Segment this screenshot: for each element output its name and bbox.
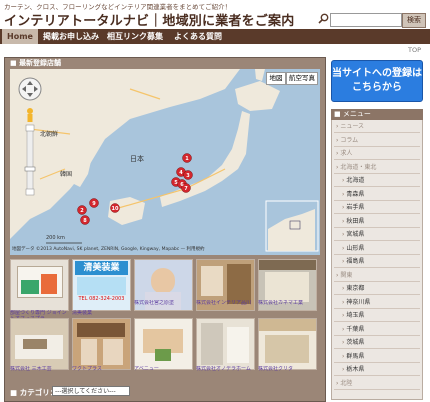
sidebar-item[interactable]: › 秋田県 — [334, 216, 420, 228]
sidebar-item-label: 北海道 — [346, 177, 365, 184]
store-thumb-9[interactable] — [196, 318, 255, 370]
sidebar-item[interactable]: › 北海道・東北 — [334, 162, 420, 174]
category-select[interactable]: ---選択してください--- — [52, 386, 130, 396]
nav-apply[interactable]: 掲載お申し込み — [40, 29, 102, 44]
sidebar-item[interactable]: › 青森県 — [334, 189, 420, 201]
sidebar-item-label: 宮城県 — [346, 231, 365, 238]
sidebar-item-label: 関東 — [340, 271, 353, 279]
sidebar-item-label: 神奈川県 — [346, 298, 371, 306]
search-icon — [318, 13, 329, 24]
thumb-phone: TEL 082-324-2003 — [78, 296, 125, 302]
search-input[interactable] — [330, 13, 402, 27]
store-caption[interactable]: 株式会社 三木工芸 — [10, 366, 70, 372]
sidebar-item-label: 茨城県 — [346, 339, 365, 346]
sidebar-item-label: 秋田県 — [346, 217, 365, 225]
map-view-button[interactable]: 地図 — [266, 72, 286, 85]
store-thumb-8[interactable] — [134, 318, 193, 370]
sidebar-item-label: 山形県 — [346, 244, 365, 252]
sidebar-item[interactable]: › 関東 — [334, 270, 420, 282]
store-map[interactable]: 1 4 3 5 6 7 2 9 10 8 北朝鮮 韓国 日本 200 km — [10, 69, 320, 255]
store-caption[interactable]: 株式会社クリタ — [258, 366, 318, 372]
nav-home[interactable]: Home — [2, 29, 38, 44]
store-caption[interactable]: 清美装業 — [72, 310, 132, 316]
store-thumb-1[interactable] — [10, 259, 69, 311]
map-copyright: 地図データ ©2013 AutoNavi, SK planet, ZENRIN,… — [12, 247, 205, 252]
sidebar-item[interactable]: › ニュース — [334, 121, 420, 133]
sidebar-item-label: 東京都 — [346, 285, 365, 292]
sidebar-menu-title: ■ メニュー — [331, 109, 423, 120]
sidebar-item[interactable]: › 宮城県 — [334, 229, 420, 241]
sidebar-item-label: 群馬県 — [346, 352, 365, 360]
sidebar-item-label: 北海道・東北 — [340, 163, 377, 171]
site-title[interactable]: インテリアトータルナビ｜地域別に業者をご案内 — [4, 10, 294, 29]
sidebar-item[interactable]: › 千葉県 — [334, 324, 420, 336]
panel-title: ■ 最新登録店舗 — [10, 59, 62, 67]
sidebar-item[interactable]: › 求人 — [334, 148, 420, 160]
sidebar-item[interactable]: › 岩手県 — [334, 202, 420, 214]
svg-text:4: 4 — [179, 170, 183, 176]
map-label-japan: 日本 — [130, 155, 144, 163]
nav-faq[interactable]: よくある質問 — [168, 29, 228, 44]
map-label-north-korea: 北朝鮮 — [40, 131, 59, 138]
sidebar-item[interactable]: › 神奈川県 — [334, 297, 420, 309]
store-caption[interactable]: ワクトプラス — [72, 366, 132, 372]
sidebar-item-label: 福島県 — [346, 258, 365, 265]
sidebar-item[interactable]: › 東京都 — [334, 283, 420, 295]
search-button[interactable]: 検索 — [402, 13, 426, 28]
store-caption[interactable]: 株式会社インテリア品川 — [196, 300, 256, 306]
svg-text:8: 8 — [83, 218, 87, 224]
sidebar-item[interactable]: › 栃木県 — [334, 364, 420, 376]
sidebar-item-label: 千葉県 — [346, 325, 365, 333]
svg-text:3: 3 — [186, 173, 190, 179]
sidebar-item[interactable]: › コラム — [334, 135, 420, 147]
map-graphic: 1 4 3 5 6 7 2 9 10 8 — [10, 69, 319, 252]
thumb-banner: 清美装業 — [75, 261, 128, 275]
panel-title-text: 最新登録店舗 — [19, 59, 62, 67]
satellite-view-button[interactable]: 航空写真 — [286, 72, 318, 85]
svg-text:2: 2 — [80, 208, 84, 214]
sidebar-item[interactable]: › 北陸 — [334, 378, 420, 390]
nav-link-exchange[interactable]: 相互リンク募集 — [104, 29, 166, 44]
map-scale: 200 km — [46, 235, 65, 241]
sidebar-item[interactable]: › 埼玉県 — [334, 310, 420, 322]
sidebar-item-label: コラム — [340, 136, 359, 144]
sidebar-menu-title-text: メニュー — [342, 110, 371, 118]
sidebar-item[interactable]: › 茨城県 — [334, 337, 420, 349]
sidebar-item[interactable]: › 福島県 — [334, 256, 420, 268]
map-label-korea: 韓国 — [60, 171, 73, 178]
sidebar-item-label: 求人 — [340, 150, 353, 157]
store-thumb-2[interactable]: 清美装業 TEL 082-324-2003 — [72, 259, 131, 311]
svg-text:9: 9 — [92, 201, 96, 207]
svg-text:1: 1 — [185, 156, 189, 162]
register-cta-button[interactable]: 当サイトへの登録はこちらから — [331, 60, 423, 102]
category-label: ■ カテゴリ： — [10, 388, 58, 397]
store-caption[interactable]: アベニュー — [134, 366, 194, 372]
sidebar-item[interactable]: › 北海道 — [334, 175, 420, 187]
svg-text:5: 5 — [174, 180, 178, 186]
sidebar-item[interactable]: › 山形県 — [334, 243, 420, 255]
sidebar-item-label: 青森県 — [346, 190, 365, 198]
sidebar-item-label: 埼玉県 — [346, 312, 365, 319]
sidebar-item-label: 栃木県 — [346, 366, 365, 373]
store-thumb-6[interactable] — [10, 318, 69, 370]
svg-text:7: 7 — [184, 186, 188, 192]
sidebar-item-label: 北陸 — [340, 379, 353, 387]
svg-text:10: 10 — [112, 206, 119, 212]
sidebar-item[interactable]: › 群馬県 — [334, 351, 420, 363]
sidebar-item-label: 岩手県 — [346, 204, 365, 211]
store-caption[interactable]: 株式会社宮之原塗 — [134, 300, 194, 306]
top-link[interactable]: TOP — [408, 46, 421, 54]
store-caption[interactable]: 株式会社カネマ工業 — [258, 300, 318, 306]
store-caption[interactable]: 株式会社オノデラホーム — [196, 366, 256, 372]
store-thumb-7[interactable] — [72, 318, 131, 370]
sidebar-item-label: ニュース — [340, 123, 365, 130]
store-thumb-10[interactable] — [258, 318, 317, 370]
